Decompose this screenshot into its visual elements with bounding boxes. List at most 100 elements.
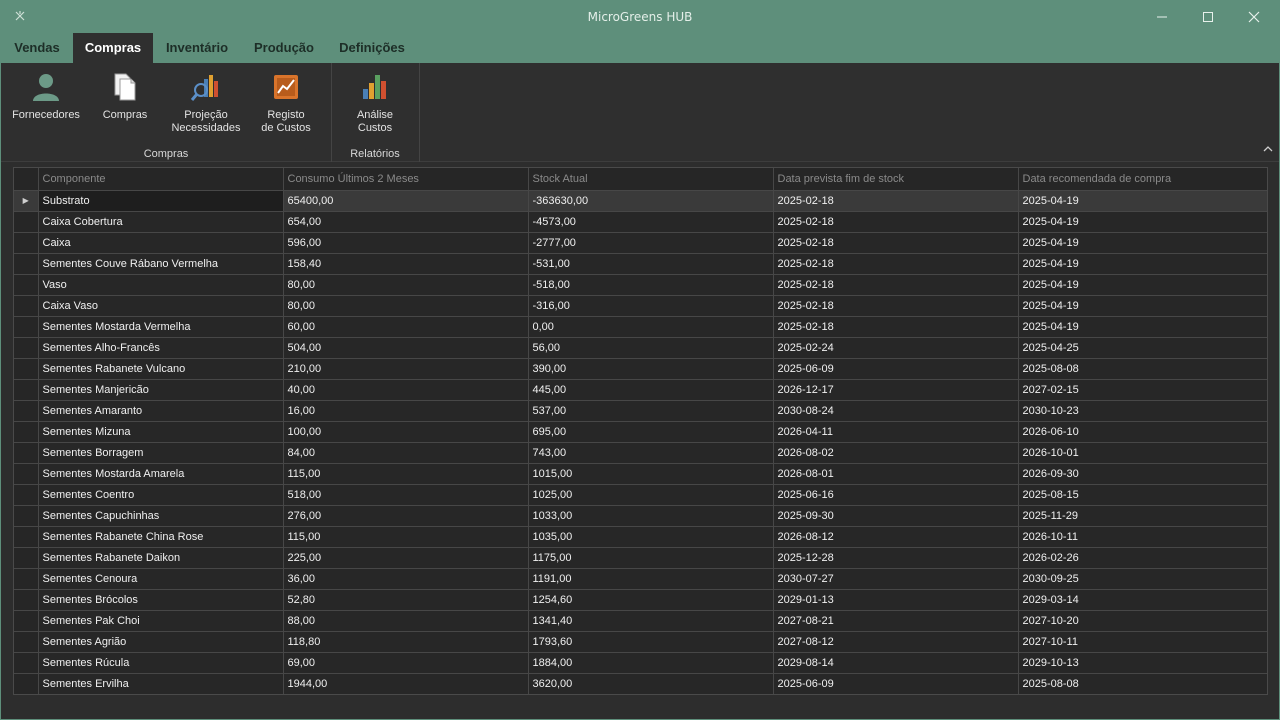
cell-data-fim[interactable]: 2025-06-16 [773,484,1019,506]
table-row[interactable]: Sementes Amaranto 16,00 537,00 2030-08-24 20… [14,400,1267,422]
table-row[interactable]: Sementes Cenoura 36,00 1191,00 2030-07-27 20… [14,568,1267,590]
cell-data-compra[interactable]: 2030-09-25 [1018,568,1267,590]
cell-stock[interactable]: 1341,40 [528,610,774,632]
cell-stock[interactable]: 445,00 [528,379,774,401]
projecao-necessidades-button[interactable]: Projeção Necessidades [167,71,245,135]
cell-componente[interactable]: Sementes Rabanete China Rose [38,526,284,548]
row-header[interactable] [14,442,39,464]
cell-componente[interactable]: Sementes Cenoura [38,568,284,590]
cell-data-fim[interactable]: 2030-07-27 [773,568,1019,590]
registo-custos-button[interactable]: Registo de Custos [253,71,319,135]
row-header[interactable] [14,568,39,590]
tab-inventario[interactable]: Inventário [153,33,241,63]
row-header[interactable] [14,610,39,632]
cell-data-fim[interactable]: 2027-08-12 [773,631,1019,653]
table-row[interactable]: Sementes Ervilha 1944,00 3620,00 2025-06-09… [14,673,1267,694]
cell-data-compra[interactable]: 2026-10-01 [1018,442,1267,464]
tab-producao[interactable]: Produção [241,33,327,63]
cell-componente[interactable]: Caixa [38,232,284,254]
cell-data-fim[interactable]: 2025-02-18 [773,232,1019,254]
cell-componente[interactable]: Sementes Capuchinhas [38,505,284,527]
cell-componente[interactable]: Sementes Couve Rábano Vermelha [38,253,284,275]
cell-stock[interactable]: 1025,00 [528,484,774,506]
table-row[interactable]: Sementes Brócolos 52,80 1254,60 2029-01-13 2… [14,589,1267,611]
cell-consumo[interactable]: 276,00 [283,505,529,527]
cell-stock[interactable]: -518,00 [528,274,774,296]
cell-data-fim[interactable]: 2026-08-12 [773,526,1019,548]
cell-componente[interactable]: Sementes Rabanete Daikon [38,547,284,569]
column-header-data-fim[interactable]: Data prevista fim de stock [773,168,1019,191]
cell-componente[interactable]: Sementes Coentro [38,484,284,506]
cell-consumo[interactable]: 210,00 [283,358,529,380]
cell-stock[interactable]: -316,00 [528,295,774,317]
cell-data-compra[interactable]: 2027-02-15 [1018,379,1267,401]
row-header[interactable] [14,589,39,611]
tab-vendas[interactable]: Vendas [1,33,73,63]
cell-data-fim[interactable]: 2026-08-01 [773,463,1019,485]
cell-componente[interactable]: Sementes Alho-Francês [38,337,284,359]
corner-header[interactable] [14,168,39,191]
row-header[interactable] [14,358,39,380]
column-header-componente[interactable]: Componente [38,168,284,191]
cell-data-compra[interactable]: 2025-04-19 [1018,253,1267,275]
cell-stock[interactable]: 0,00 [528,316,774,338]
cell-componente[interactable]: Caixa Cobertura [38,211,284,233]
cell-data-fim[interactable]: 2025-02-18 [773,253,1019,275]
tab-compras[interactable]: Compras [73,33,153,63]
cell-data-fim[interactable]: 2025-12-28 [773,547,1019,569]
table-row[interactable]: Sementes Couve Rábano Vermelha 158,40 -531… [14,253,1267,275]
cell-consumo[interactable]: 100,00 [283,421,529,443]
fornecedores-button[interactable]: Fornecedores [9,71,83,122]
cell-stock[interactable]: 537,00 [528,400,774,422]
cell-data-fim[interactable]: 2026-08-02 [773,442,1019,464]
table-row[interactable]: Sementes Alho-Francês 504,00 56,00 2025-02-… [14,337,1267,359]
table-row[interactable]: Sementes Mostarda Vermelha 60,00 0,00 2025-… [14,316,1267,338]
cell-consumo[interactable]: 518,00 [283,484,529,506]
cell-stock[interactable]: 1015,00 [528,463,774,485]
cell-stock[interactable]: 695,00 [528,421,774,443]
cell-consumo[interactable]: 88,00 [283,610,529,632]
table-row[interactable]: Sementes Coentro 518,00 1025,00 2025-06-16 2… [14,484,1267,506]
cell-stock[interactable]: 1191,00 [528,568,774,590]
maximize-button[interactable] [1185,1,1231,33]
row-header[interactable]: ▶ [14,190,39,212]
cell-componente[interactable]: Sementes Agrião [38,631,284,653]
cell-data-compra[interactable]: 2027-10-11 [1018,631,1267,653]
minimize-button[interactable] [1139,1,1185,33]
cell-data-fim[interactable]: 2026-12-17 [773,379,1019,401]
column-header-consumo[interactable]: Consumo Últimos 2 Meses [283,168,529,191]
cell-componente[interactable]: Sementes Amaranto [38,400,284,422]
cell-data-fim[interactable]: 2025-02-18 [773,190,1019,212]
cell-stock[interactable]: -531,00 [528,253,774,275]
cell-data-fim[interactable]: 2025-02-18 [773,295,1019,317]
cell-consumo[interactable]: 115,00 [283,463,529,485]
cell-componente[interactable]: Sementes Borragem [38,442,284,464]
cell-data-compra[interactable]: 2026-06-10 [1018,421,1267,443]
cell-stock[interactable]: 1033,00 [528,505,774,527]
cell-consumo[interactable]: 69,00 [283,652,529,674]
row-header[interactable] [14,274,39,296]
row-header[interactable] [14,673,39,694]
cell-data-fim[interactable]: 2025-02-18 [773,316,1019,338]
cell-stock[interactable]: 1175,00 [528,547,774,569]
row-header[interactable] [14,526,39,548]
table-row[interactable]: Caixa 596,00 -2777,00 2025-02-18 2025-04-19 [14,232,1267,254]
cell-componente[interactable]: Sementes Ervilha [38,673,284,694]
cell-data-compra[interactable]: 2026-10-11 [1018,526,1267,548]
cell-componente[interactable]: Sementes Pak Choi [38,610,284,632]
close-button[interactable] [1231,1,1277,33]
cell-consumo[interactable]: 115,00 [283,526,529,548]
cell-stock[interactable]: 3620,00 [528,673,774,694]
row-header[interactable] [14,484,39,506]
cell-componente[interactable]: Vaso [38,274,284,296]
cell-data-compra[interactable]: 2025-04-19 [1018,274,1267,296]
row-header[interactable] [14,400,39,422]
cell-consumo[interactable]: 225,00 [283,547,529,569]
cell-data-compra[interactable]: 2025-04-19 [1018,295,1267,317]
row-header[interactable] [14,631,39,653]
table-row[interactable]: Sementes Rabanete China Rose 115,00 1035,0… [14,526,1267,548]
cell-data-compra[interactable]: 2025-04-19 [1018,190,1267,212]
cell-data-compra[interactable]: 2030-10-23 [1018,400,1267,422]
cell-stock[interactable]: 390,00 [528,358,774,380]
cell-stock[interactable]: 1884,00 [528,652,774,674]
